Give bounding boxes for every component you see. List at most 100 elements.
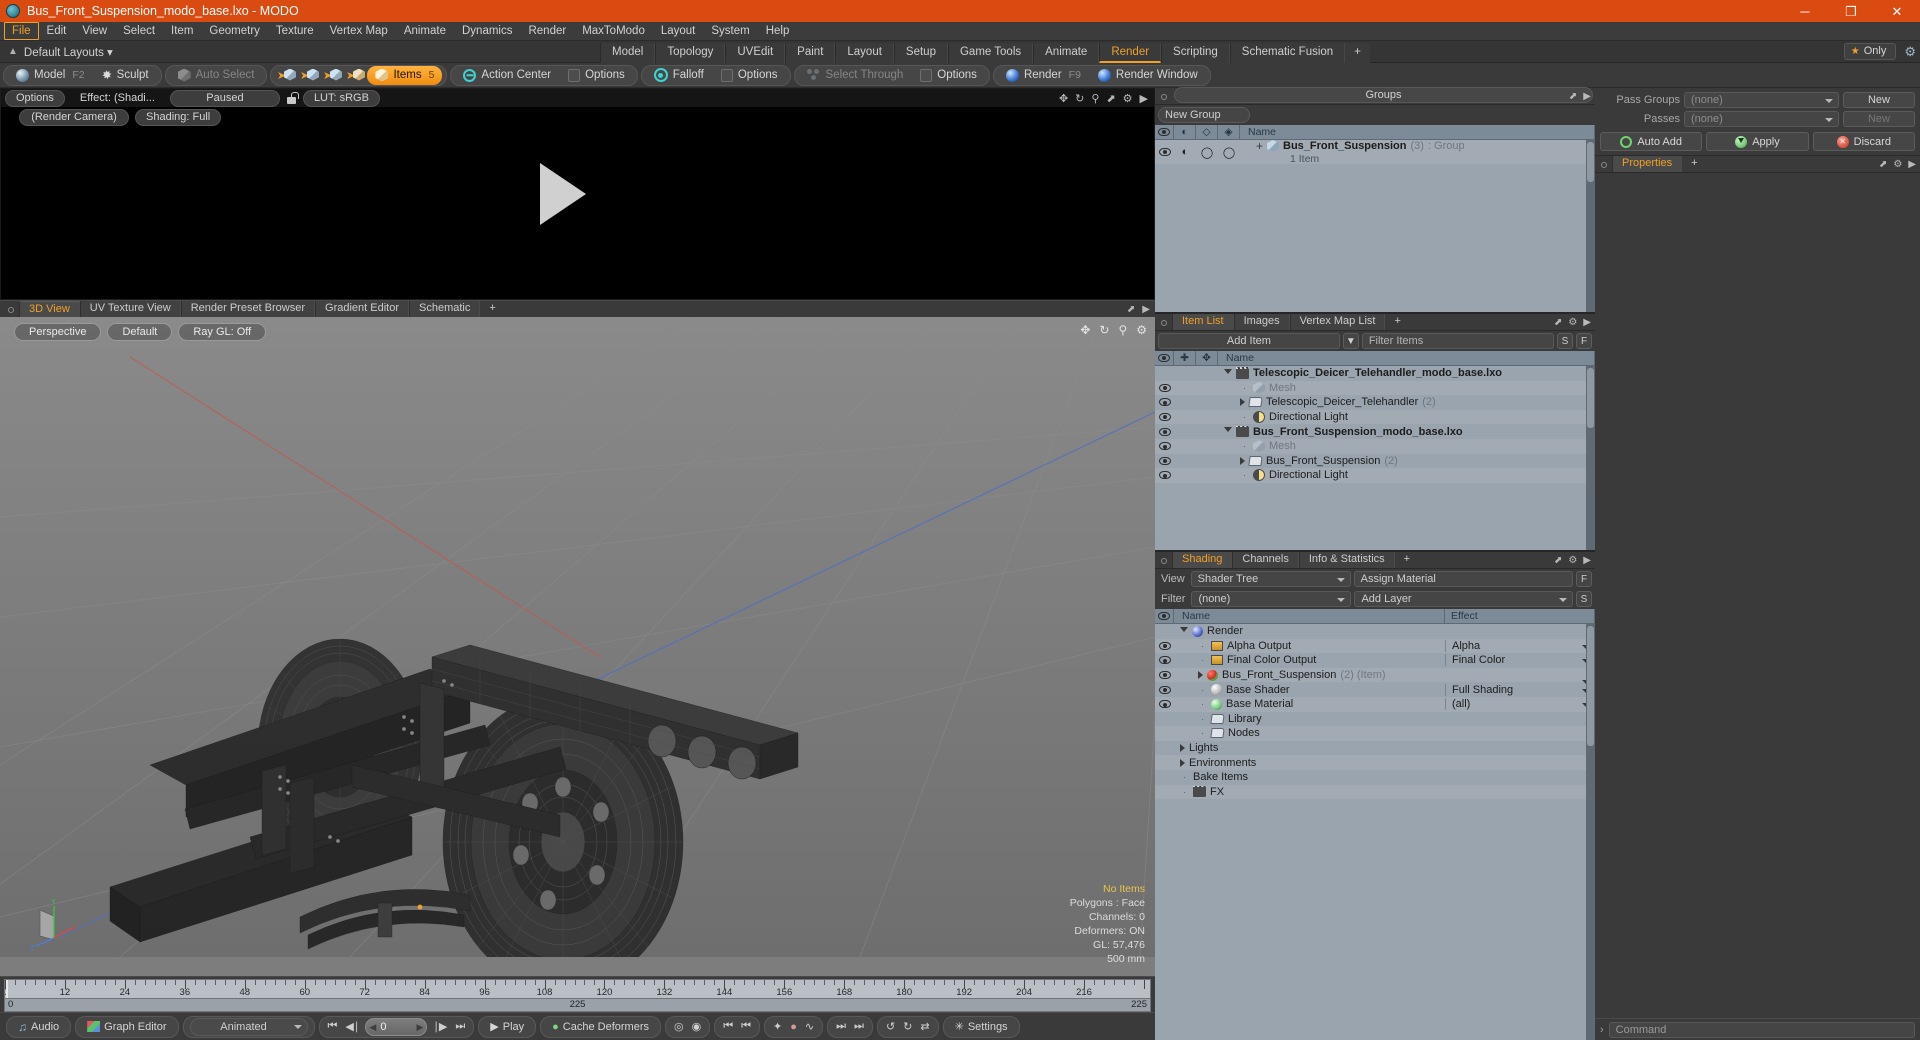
graph-editor-button[interactable]: Graph Editor	[82, 1021, 171, 1033]
table-row[interactable]: Bus_Front_Suspension_modo_base.lxo	[1155, 424, 1595, 439]
chevron-right-icon[interactable]: ▶	[1908, 159, 1916, 170]
audio-button[interactable]: ♫ Audio	[13, 1020, 64, 1034]
frame-dec-icon[interactable]: ◀	[369, 1022, 376, 1033]
assign-material-button[interactable]: Assign Material	[1353, 571, 1573, 587]
move-icon[interactable]: ✥	[1080, 323, 1090, 337]
play-button[interactable]: ▶ Play	[485, 1020, 529, 1034]
table-row[interactable]: · Directional Light	[1155, 468, 1595, 483]
preview-lut-button[interactable]: LUT: sRGB	[302, 89, 380, 107]
action-center-button[interactable]: Action Center	[455, 66, 559, 85]
rotate-icon[interactable]: ↻	[1075, 92, 1084, 105]
first-frame-icon[interactable]: ⏮	[326, 1020, 340, 1033]
chevron-right-icon[interactable]	[1180, 758, 1185, 767]
row-visibility-toggle[interactable]	[1155, 656, 1174, 665]
row-shade-toggle[interactable]: ◐	[1174, 146, 1196, 158]
properties-tab-properties[interactable]: Properties	[1612, 156, 1683, 172]
groups-scrollbar[interactable]	[1586, 140, 1595, 312]
render-window-button[interactable]: Render Window	[1090, 66, 1206, 85]
settings-button[interactable]: ✳ Settings	[950, 1020, 1013, 1034]
animated-dropdown[interactable]: Animated	[189, 1017, 308, 1036]
groups-list-body[interactable]: ◐ ◯ ◯ + Bus_Front_Suspension (3) : Group	[1155, 140, 1595, 312]
delete-key-icon[interactable]: ●	[788, 1021, 799, 1033]
loop-icon[interactable]: ↺	[884, 1020, 897, 1033]
gear-icon[interactable]: ⚙	[1904, 44, 1916, 60]
gear-icon[interactable]: ⚙	[1568, 555, 1577, 566]
viewport-tab-render-preset-browser[interactable]: Render Preset Browser	[180, 301, 316, 317]
menu-item-item[interactable]: Item	[163, 22, 201, 40]
add-key-icon[interactable]: ✦	[771, 1020, 784, 1033]
layout-up-icon[interactable]: ▲	[8, 46, 18, 57]
prev-keyframe-icon[interactable]: ⏮	[721, 1020, 735, 1033]
cache-deformers-button[interactable]: ● Cache Deformers	[547, 1021, 654, 1033]
row-visibility-toggle[interactable]	[1155, 471, 1174, 480]
filter-dropdown[interactable]: (none)	[1191, 591, 1352, 607]
menu-item-geometry[interactable]: Geometry	[201, 22, 268, 40]
row-visibility-toggle[interactable]	[1155, 442, 1174, 451]
table-row[interactable]: · Base Material (all)	[1155, 696, 1595, 712]
menu-item-animate[interactable]: Animate	[396, 22, 454, 40]
minimize-button[interactable]: ─	[1782, 0, 1828, 22]
frame-field[interactable]: ◀ 0 ▶	[365, 1017, 428, 1036]
menu-item-dynamics[interactable]: Dynamics	[454, 22, 520, 40]
zoom-icon[interactable]: ⚲	[1091, 92, 1099, 105]
sculpt-mode-button[interactable]: ✸ Sculpt	[94, 66, 157, 85]
shading-list-body[interactable]: Render · Alpha Output Alpha · Final Color Out…	[1155, 624, 1595, 1040]
passes-dropdown[interactable]: (none)	[1684, 111, 1839, 127]
layout-tab-model[interactable]: Model	[600, 43, 656, 63]
rotate-icon[interactable]: ↻	[1099, 323, 1109, 337]
model-mode-button[interactable]: Model F2	[8, 66, 93, 85]
chevron-right-icon[interactable]	[1240, 456, 1245, 465]
timeline[interactable]: 0 12 24 36 48 60 72 84 96 108 120 132 144 156 168 180 19…	[0, 976, 1155, 1012]
table-row[interactable]: Lights	[1155, 741, 1595, 756]
table-row[interactable]: Render	[1155, 624, 1595, 639]
bounce-icon[interactable]: ⇄	[918, 1020, 931, 1033]
chevron-right-icon[interactable]: ▶	[1583, 91, 1591, 102]
viewport-tab-schematic[interactable]: Schematic	[409, 301, 481, 317]
chevron-right-icon[interactable]: ▶	[1142, 304, 1150, 315]
gear-icon[interactable]: ⚙	[1136, 323, 1147, 337]
filter-s-button[interactable]: S	[1557, 333, 1573, 349]
layout-tab-topology[interactable]: Topology	[655, 43, 726, 63]
item-list-tab-item-list[interactable]: Item List	[1172, 314, 1234, 330]
layout-tab--[interactable]: +	[1345, 43, 1370, 63]
item-list-scrollbar[interactable]	[1586, 366, 1595, 550]
next-keyframe-icon[interactable]: ⏭	[834, 1020, 848, 1033]
panel-dot-icon[interactable]	[1161, 94, 1167, 100]
table-row[interactable]: · Directional Light	[1155, 409, 1595, 425]
select-through-options-button[interactable]: Options	[912, 66, 985, 85]
panel-dot-icon[interactable]	[1161, 558, 1167, 564]
shading-effect-cell[interactable]: Final Color	[1445, 654, 1595, 667]
edge-mode-button[interactable]: ➤	[298, 68, 320, 83]
panel-dot-icon[interactable]	[1161, 320, 1167, 326]
table-row[interactable]: · Final Color Output Final Color	[1155, 653, 1595, 668]
viewport-3d[interactable]: Perspective Default Ray GL: Off ✥ ↻ ⚲ ⚙ …	[0, 317, 1155, 976]
lock-icon[interactable]	[285, 91, 299, 105]
shading-tab-channels[interactable]: Channels	[1232, 552, 1299, 568]
only-button[interactable]: ★ Only	[1843, 43, 1897, 60]
row-visibility-toggle[interactable]	[1155, 671, 1174, 680]
next-key-icon[interactable]: ∣▶	[431, 1020, 449, 1033]
gear-icon[interactable]: ⚙	[1568, 317, 1577, 328]
row-wire-toggle[interactable]: ◯	[1196, 146, 1218, 159]
auto-select-button[interactable]: Auto Select	[170, 66, 263, 85]
chevron-right-icon[interactable]	[1240, 398, 1245, 407]
table-row[interactable]: Environments	[1155, 755, 1595, 770]
row-visibility-toggle[interactable]	[1155, 456, 1174, 465]
layout-tab-render[interactable]: Render	[1099, 43, 1162, 63]
shading-f-button[interactable]: F	[1576, 571, 1592, 587]
command-input[interactable]: Command	[1608, 1021, 1915, 1038]
prev-keyframe2-icon[interactable]: ⏮	[739, 1020, 753, 1033]
key-mode-icon[interactable]: ◉	[690, 1020, 704, 1033]
panel-dot-icon[interactable]	[8, 307, 14, 313]
pass-groups-new-button[interactable]: New	[1843, 92, 1915, 108]
menu-item-layout[interactable]: Layout	[653, 22, 704, 40]
chevron-down-icon[interactable]	[1180, 626, 1188, 636]
select-through-button[interactable]: Select Through	[799, 66, 912, 85]
row-visibility-toggle[interactable]	[1155, 148, 1174, 156]
expand-icon[interactable]: ⬈	[1879, 159, 1887, 170]
properties-tab--[interactable]: +	[1682, 156, 1706, 172]
table-row[interactable]: Bus_Front_Suspension (2)	[1155, 454, 1595, 469]
view-dropdown[interactable]: Shader Tree	[1190, 571, 1351, 587]
menu-item-view[interactable]: View	[74, 22, 115, 40]
layout-tab-animate[interactable]: Animate	[1033, 43, 1100, 63]
